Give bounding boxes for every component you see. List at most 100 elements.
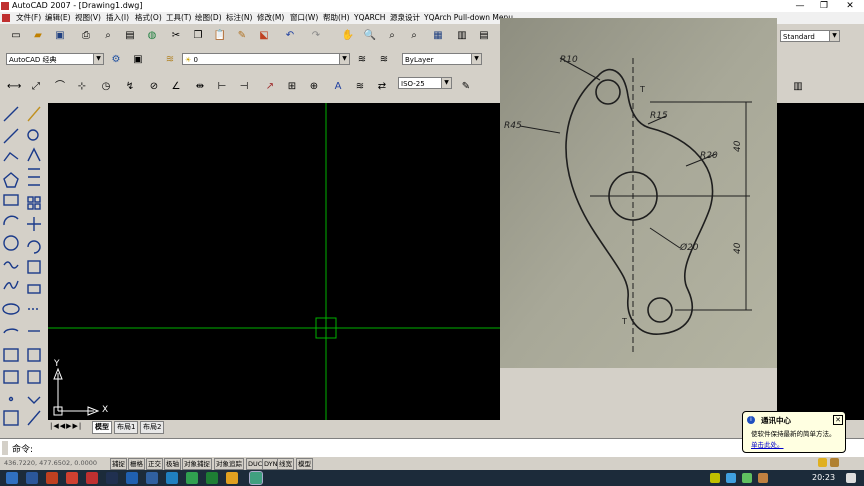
ordinate-dim-icon[interactable]: ⊹ [74, 79, 90, 95]
menu-file[interactable]: 文件(F) [16, 12, 41, 24]
close-icon[interactable]: ✕ [833, 415, 843, 425]
osnap-button[interactable]: 对象捕捉 [182, 458, 212, 470]
print-icon[interactable]: ⎙ [78, 28, 94, 44]
balloon-link[interactable]: 单击此处。 [751, 439, 784, 449]
linear-dim-icon[interactable]: ⟷ [6, 79, 22, 95]
workspace-combo[interactable]: AutoCAD 经典 ▼ [6, 53, 104, 65]
zoom-previous-icon[interactable]: ⌕ [406, 28, 422, 44]
canvas-right-area[interactable] [777, 103, 864, 420]
menu-help[interactable]: 帮助(H) [323, 12, 350, 24]
start-icon[interactable] [6, 472, 18, 484]
snap-button[interactable]: 捕捉 [110, 458, 127, 470]
command-line[interactable]: 命令: [0, 438, 864, 457]
make-current-layer-icon[interactable]: ≋ [354, 52, 370, 68]
aligned-dim-icon[interactable]: ⤢ [28, 79, 44, 95]
layer-previous-icon[interactable]: ≋ [376, 52, 392, 68]
notification-icon[interactable] [846, 473, 856, 483]
new-icon[interactable]: ▭ [8, 28, 24, 44]
polar-button[interactable]: 极轴 [164, 458, 181, 470]
jogged-dim-icon[interactable]: ↯ [122, 79, 138, 95]
command-grip[interactable] [2, 441, 8, 455]
design-center-icon[interactable]: ▥ [454, 28, 470, 44]
maximize-button[interactable]: ❐ [814, 0, 834, 12]
app-icon-4[interactable] [106, 472, 118, 484]
menu-edit[interactable]: 编辑(E) [45, 12, 71, 24]
diameter-dim-icon[interactable]: ⊘ [146, 79, 162, 95]
zoom-realtime-icon[interactable]: 🔍 [362, 28, 378, 44]
color-combo[interactable]: ByLayer ▼ [402, 53, 482, 65]
zoom-window-icon[interactable]: ⌕ [384, 28, 400, 44]
menu-dimension[interactable]: 标注(N) [226, 12, 252, 24]
my-workspace-icon[interactable]: ▣ [130, 52, 146, 68]
app-icon-5[interactable] [126, 472, 138, 484]
match-properties-icon[interactable]: ✎ [234, 28, 250, 44]
app-icon-8[interactable] [186, 472, 198, 484]
properties-icon[interactable]: ▦ [430, 28, 446, 44]
tab-scroll-arrows[interactable]: |◀◀▶▶| [50, 422, 82, 430]
tab-model[interactable]: 模型 [92, 421, 112, 434]
taskbar-clock[interactable]: 20:23 [812, 472, 835, 484]
tray-icon-2[interactable] [726, 473, 736, 483]
radius-dim-icon[interactable]: ◷ [98, 79, 114, 95]
close-button[interactable]: ✕ [840, 0, 860, 12]
workspace-settings-icon[interactable]: ⚙ [108, 52, 124, 68]
paste-icon[interactable]: 📋 [212, 28, 228, 44]
pan-icon[interactable]: ✋ [340, 28, 356, 44]
lock-icon[interactable] [818, 458, 827, 467]
app-icon-1[interactable] [46, 472, 58, 484]
undo-icon[interactable]: ↶ [282, 28, 298, 44]
menu-modify[interactable]: 修改(M) [257, 12, 284, 24]
save-icon[interactable]: ▣ [52, 28, 68, 44]
dim-style-combo[interactable]: ISO-25 ▼ [398, 77, 452, 89]
chevron-down-icon[interactable]: ▼ [339, 54, 349, 64]
app-icon-9[interactable] [206, 472, 218, 484]
minimize-button[interactable]: — [790, 0, 810, 12]
drawing-canvas[interactable]: Y X [48, 103, 500, 420]
text-style-combo[interactable]: Standard ▼ [780, 30, 840, 42]
menu-view[interactable]: 视图(V) [75, 12, 101, 24]
publish-icon[interactable]: ▤ [122, 28, 138, 44]
layer-manager-icon[interactable]: ≋ [162, 52, 178, 68]
app-icon-6[interactable] [146, 472, 158, 484]
tolerance-icon[interactable]: ⊞ [284, 79, 300, 95]
chevron-down-icon[interactable]: ▼ [829, 31, 839, 41]
block-editor-icon[interactable]: ⬕ [256, 28, 272, 44]
dim-update-icon[interactable]: ⇄ [374, 79, 390, 95]
chevron-down-icon[interactable]: ▼ [441, 78, 451, 88]
app-icon-2[interactable] [66, 472, 78, 484]
menu-format[interactable]: 格式(O) [135, 12, 162, 24]
quick-leader-icon[interactable]: ↗ [262, 79, 278, 95]
lineweight-button[interactable]: 线宽 [277, 458, 294, 470]
chevron-down-icon[interactable]: ▼ [93, 54, 103, 64]
menu-window[interactable]: 窗口(W) [290, 12, 318, 24]
cut-icon[interactable]: ✂ [168, 28, 184, 44]
redo-icon[interactable]: ↷ [308, 28, 324, 44]
publish-web-icon[interactable]: ◍ [144, 28, 160, 44]
word-icon[interactable] [26, 472, 38, 484]
chevron-down-icon[interactable]: ▼ [471, 54, 481, 64]
menu-yuanquan[interactable]: 源泉设计 [390, 12, 420, 24]
tray-icon-1[interactable] [710, 473, 720, 483]
tray-icon-4[interactable] [758, 473, 768, 483]
tray-icon-3[interactable] [742, 473, 752, 483]
tab-layout2[interactable]: 布局2 [140, 421, 165, 434]
layer-combo[interactable]: ☀ 0 ▼ [182, 53, 350, 65]
model-button[interactable]: 模型 [296, 458, 313, 470]
comm-center-icon[interactable] [830, 458, 839, 467]
dim-text-edit-icon[interactable]: ≋ [352, 79, 368, 95]
tool-palettes-icon[interactable]: ▤ [476, 28, 492, 44]
tab-layout1[interactable]: 布局1 [114, 421, 139, 434]
angular-dim-icon[interactable]: ∠ [168, 79, 184, 95]
menu-yqarch[interactable]: YQARCH [354, 12, 385, 24]
copy-icon[interactable]: ❐ [190, 28, 206, 44]
dim-edit-icon[interactable]: A [330, 79, 346, 95]
grid-button[interactable]: 栅格 [128, 458, 145, 470]
app-icon-3[interactable] [86, 472, 98, 484]
quick-dim-icon[interactable]: ⇹ [192, 79, 208, 95]
autocad-task-icon[interactable] [249, 471, 263, 485]
baseline-dim-icon[interactable]: ⊢ [214, 79, 230, 95]
open-icon[interactable]: ▰ [30, 28, 46, 44]
folder-icon[interactable] [226, 472, 238, 484]
extra-toolbar-icon[interactable]: ▥ [790, 79, 806, 95]
menu-insert[interactable]: 插入(I) [106, 12, 129, 24]
